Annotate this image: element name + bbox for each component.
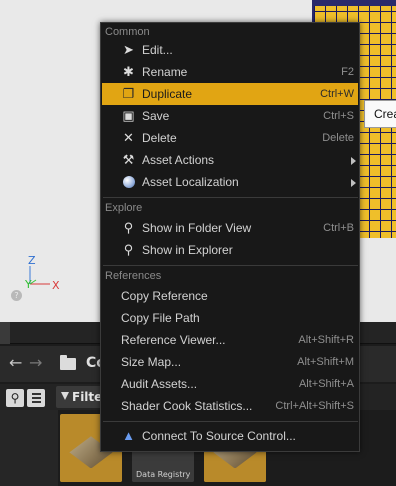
menu-item-label: Connect To Source Control... [142,429,296,443]
menu-item-label: Show in Folder View [142,221,252,235]
back-arrow-icon[interactable]: ← [9,354,22,372]
menu-item-connect-to-source-control[interactable]: ▲ Connect To Source Control... [102,425,358,447]
menu-item-delete[interactable]: ✕ Delete Delete [102,127,358,149]
shortcut-label: Ctrl+W [320,88,354,100]
y-axis-label: Y [25,278,32,291]
menu-separator [103,197,358,198]
menu-item-save[interactable]: ▣ Save Ctrl+S [102,105,358,127]
menu-item-label: Rename [142,65,188,79]
menu-item-duplicate[interactable]: ❐ Duplicate Ctrl+W [102,83,358,105]
menu-item-show-in-folder-view[interactable]: ⚲ Show in Folder View Ctrl+B [102,217,358,239]
sources-panel [0,410,58,486]
menu-item-label: Asset Localization [142,175,239,189]
asset-label [204,468,266,482]
menu-item-label: Save [142,109,170,123]
menu-item-label: Size Map... [121,355,182,369]
menu-item-edit[interactable]: ➤ Edit... [102,39,358,61]
create-tooltip: Crea [364,100,396,128]
duplicate-icon: ❐ [122,86,135,101]
shortcut-label: Ctrl+Alt+Shift+S [275,400,354,412]
help-icon[interactable]: ? [11,290,22,301]
magnifier-icon: ⚲ [123,242,134,257]
magnifier-icon: ⚲ [123,220,134,235]
delete-icon: ✕ [123,130,134,145]
shortcut-label: F2 [341,66,354,78]
menu-item-show-in-explorer[interactable]: ⚲ Show in Explorer [102,239,358,261]
x-axis-label: X [52,279,60,292]
shortcut-label: Delete [322,132,354,144]
shortcut-label: Ctrl+S [323,110,354,122]
menu-item-asset-localization[interactable]: Asset Localization [102,171,358,193]
menu-item-audit-assets[interactable]: Audit Assets... Alt+Shift+A [102,373,358,395]
asset-label: Data Registry [132,468,194,482]
menu-item-label: Copy Reference [121,289,208,303]
shortcut-label: Alt+Shift+M [297,356,354,368]
axis-gizmo: Z Y X [14,250,70,306]
menu-item-label: Show in Explorer [142,243,233,257]
menu-item-label: Audit Assets... [121,377,198,391]
wrench-icon: ⚒ [122,152,135,167]
menu-item-label: Shader Cook Statistics... [121,399,253,413]
mesh-edge [312,0,396,6]
edit-icon: ➤ [123,42,134,57]
menu-item-label: Delete [142,131,177,145]
forward-arrow-icon[interactable]: → [29,354,42,372]
menu-item-label: Asset Actions [142,153,215,167]
menu-item-reference-viewer[interactable]: Reference Viewer... Alt+Shift+R [102,329,358,351]
menu-item-copy-reference[interactable]: Copy Reference [102,285,358,307]
menu-item-label: Edit... [142,43,173,57]
globe-icon [123,176,135,188]
submenu-arrow-icon [351,157,356,165]
z-axis-label: Z [28,254,36,267]
asset-label [60,468,122,482]
menu-item-label: Duplicate [142,87,193,101]
submenu-arrow-icon [351,179,356,187]
source-control-icon: ▲ [122,428,135,443]
asset-context-menu: Common ➤ Edit... ✱ Rename F2 ❐ Duplicate… [100,22,360,452]
shortcut-label: Alt+Shift+A [298,378,354,390]
menu-item-asset-actions[interactable]: ⚒ Asset Actions [102,149,358,171]
menu-item-rename[interactable]: ✱ Rename F2 [102,61,358,83]
menu-separator [103,421,358,422]
menu-item-size-map[interactable]: Size Map... Alt+Shift+M [102,351,358,373]
rename-icon: ✱ [123,64,134,79]
menu-item-label: Reference Viewer... [121,333,226,347]
list-view-icon[interactable] [27,389,45,407]
menu-separator [103,265,358,266]
folder-icon[interactable] [60,355,76,370]
menu-item-copy-file-path[interactable]: Copy File Path [102,307,358,329]
menu-item-shader-cook-statistics[interactable]: Shader Cook Statistics... Ctrl+Alt+Shift… [102,395,358,417]
search-icon[interactable]: ⚲ [6,389,24,407]
section-explore: Explore [105,202,143,214]
shortcut-label: Ctrl+B [323,222,354,234]
save-icon: ▣ [122,108,135,123]
section-references: References [105,270,162,282]
shortcut-label: Alt+Shift+R [298,334,354,346]
menu-item-label: Copy File Path [121,311,200,325]
